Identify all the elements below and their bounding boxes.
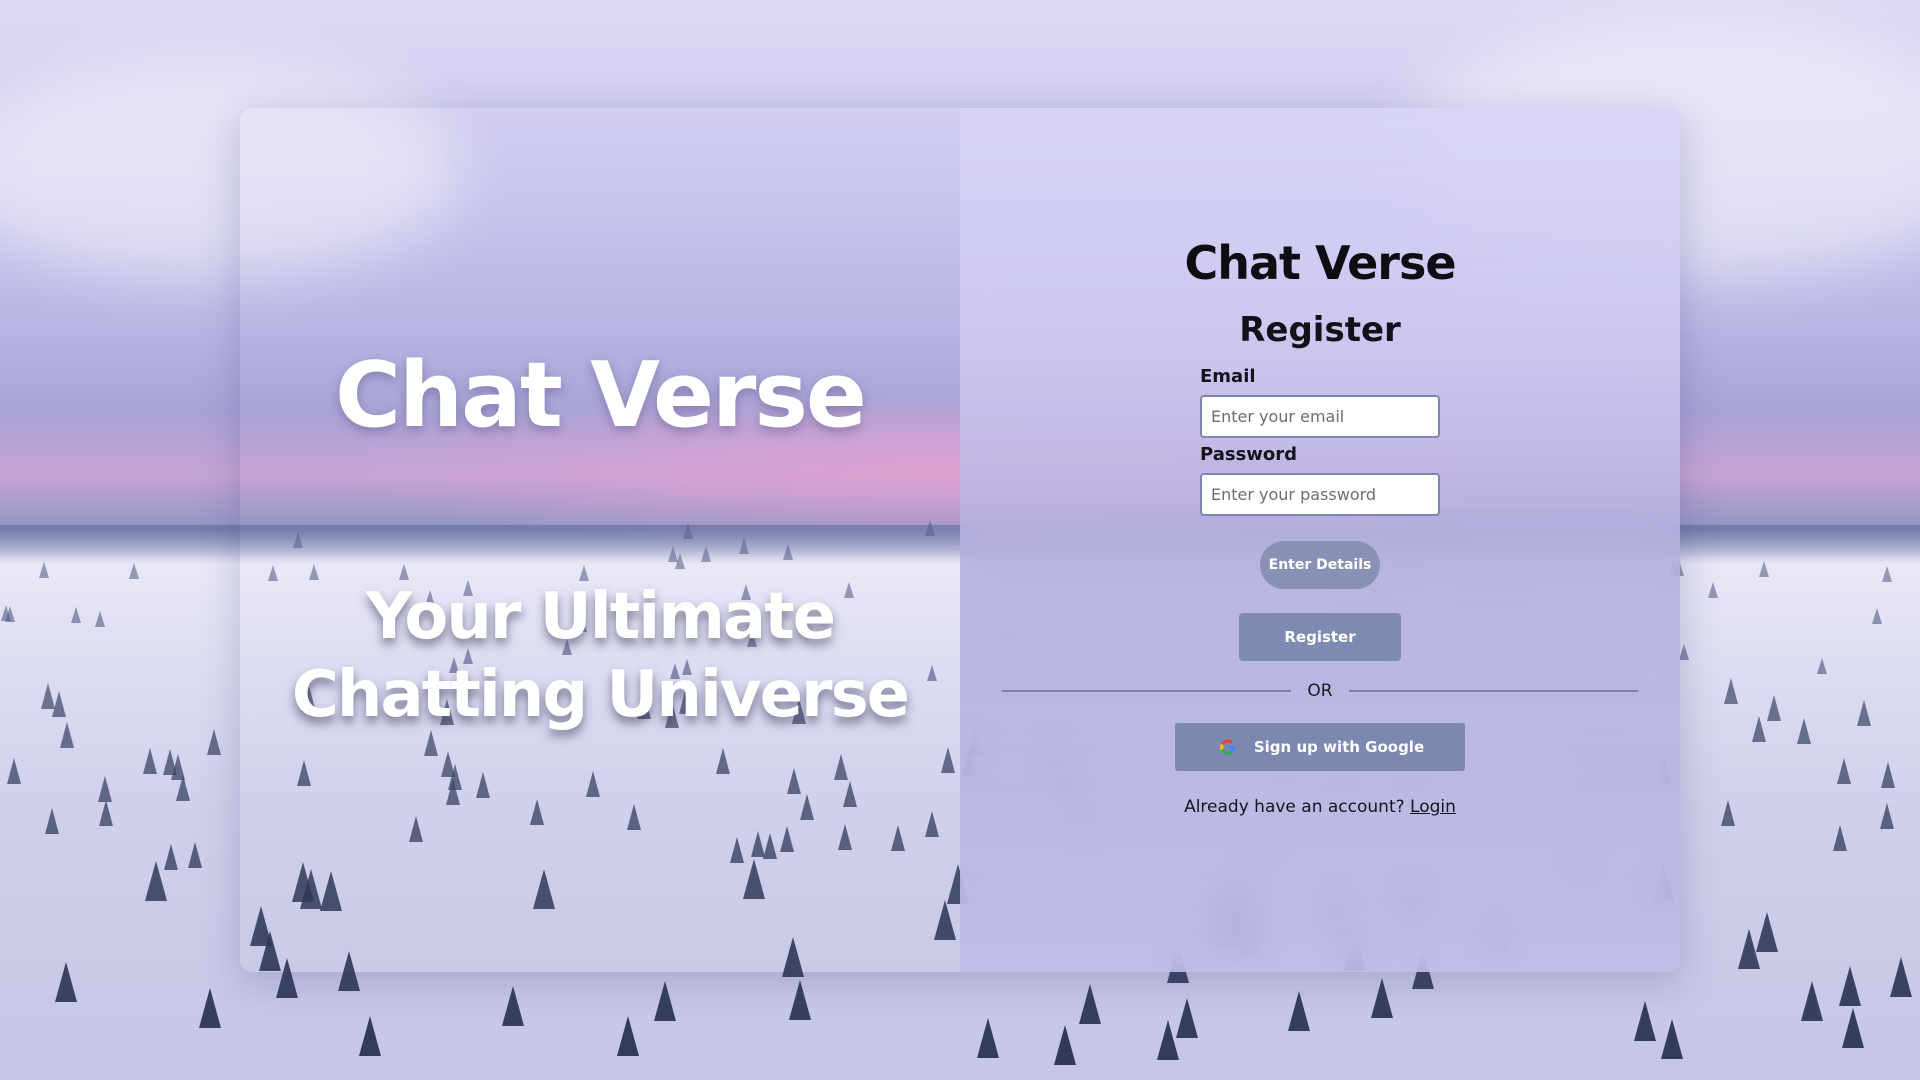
google-signup-label: Sign up with Google [1253,738,1425,756]
password-label: Password [1200,444,1298,465]
tree-shape [1881,762,1895,788]
brand-title: Chat Verse [1184,236,1456,290]
tree-shape [45,808,59,834]
tree-shape [1880,803,1894,829]
tree-shape [5,606,15,622]
tree-shape [7,758,21,784]
tree-shape [654,981,676,1021]
tree-shape [163,749,177,775]
tree-shape [1752,716,1766,742]
tree-shape [1079,984,1101,1024]
tree-shape [99,800,113,826]
hero-tagline-line1: Your Ultimate [365,580,836,654]
tree-shape [1890,957,1912,997]
tree-shape [55,962,77,1002]
google-g-icon [1216,735,1240,759]
tree-shape [1634,1001,1656,1041]
email-input[interactable] [1200,395,1440,438]
password-field-group: Password [1200,444,1440,516]
tree-shape [1872,608,1882,624]
tree-shape [1882,566,1892,582]
tree-shape [52,691,66,717]
tree-shape [129,563,139,579]
tree-shape [95,611,105,627]
form-heading: Register [1239,310,1401,350]
tree-shape [1833,825,1847,851]
tree-shape [1157,1020,1179,1060]
tree-shape [1857,700,1871,726]
tree-shape [1767,695,1781,721]
tree-shape [1837,758,1851,784]
tree-shape [617,1016,639,1056]
tree-shape [1708,582,1718,598]
google-signup-button[interactable]: Sign up with Google [1175,723,1465,771]
email-field-group: Email [1200,366,1440,438]
tree-shape [71,607,81,623]
tree-shape [176,775,190,801]
divider-text: OR [1307,681,1333,701]
tree-shape [164,844,178,870]
register-form-panel: Chat Verse Register Email Password Enter… [960,108,1680,972]
tree-shape [199,988,221,1028]
password-input[interactable] [1200,473,1440,516]
tree-shape [1797,718,1811,744]
hero-panel: Chat Verse Your Ultimate Chatting Univer… [240,108,960,972]
tree-shape [143,748,157,774]
tree-shape [207,729,221,755]
email-label: Email [1200,366,1256,387]
tree-shape [1801,981,1823,1021]
tree-shape [1817,658,1827,674]
tree-shape [1724,678,1738,704]
tree-shape [1054,1025,1076,1065]
hero-tagline: Your Ultimate Chatting Universe [291,578,910,734]
login-link[interactable]: Login [1410,797,1456,817]
hero-title: Chat Verse [335,343,867,448]
tree-shape [359,1016,381,1056]
tree-shape [789,980,811,1020]
tree-shape [1842,1008,1864,1048]
register-button[interactable]: Register [1239,613,1401,661]
tree-shape [60,722,74,748]
or-divider: OR [1002,681,1639,701]
tree-shape [1721,800,1735,826]
tree-shape [1759,561,1769,577]
account-prompt-text: Already have an account? [1184,797,1405,817]
login-prompt: Already have an account? Login [1184,797,1456,817]
tree-shape [1839,966,1861,1006]
tree-shape [1756,912,1778,952]
tree-shape [1176,998,1198,1038]
divider-line-left [1002,690,1292,692]
tree-shape [98,776,112,802]
tree-shape [502,986,524,1026]
hero-tagline-line2: Chatting Universe [291,658,910,732]
tree-shape [1288,991,1310,1031]
tree-shape [39,562,49,578]
tree-shape [1679,644,1689,660]
tree-shape [977,1018,999,1058]
enter-details-button[interactable]: Enter Details [1260,541,1380,589]
tree-shape [1661,1019,1683,1059]
register-card: Chat Verse Your Ultimate Chatting Univer… [240,108,1680,972]
divider-line-right [1348,690,1639,692]
tree-shape [1371,978,1393,1018]
tree-shape [188,842,202,868]
